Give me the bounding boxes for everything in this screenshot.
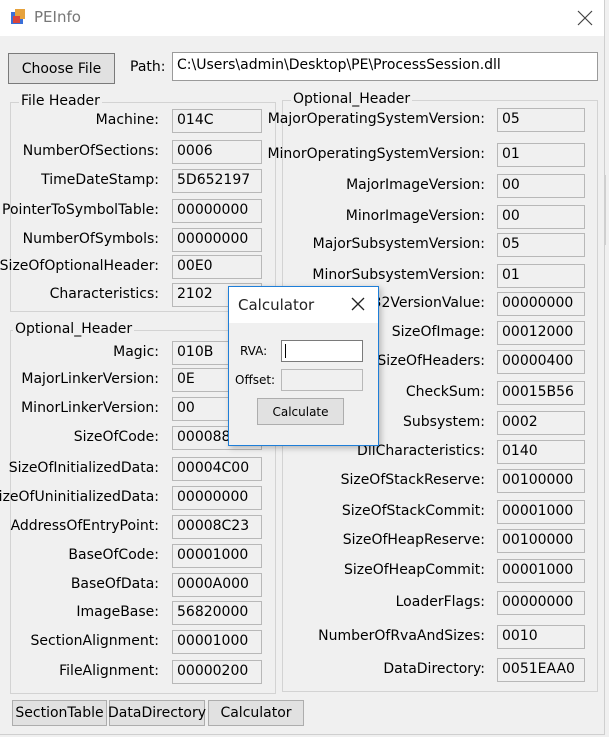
field-value[interactable]: 00015B56 (497, 381, 585, 405)
field-label: Characteristics: (49, 286, 159, 302)
field-value[interactable]: 01 (497, 264, 585, 288)
field-label: MajorLinkerVersion: (21, 371, 159, 387)
field-label: MajorImageVersion: (346, 177, 485, 193)
text-caret (285, 344, 286, 358)
field-value[interactable]: 00001000 (497, 500, 585, 524)
field-value[interactable]: 0140 (497, 440, 585, 464)
field-value[interactable]: 00004C00 (172, 457, 262, 481)
field-label: SizeOfHeapReserve: (342, 532, 485, 548)
field-label: SizeOfHeaders: (377, 353, 485, 369)
optional-header-right-title: Optional_Header (291, 91, 413, 107)
rva-input[interactable] (281, 340, 363, 362)
field-value[interactable]: 05 (497, 233, 585, 257)
calculator-title: Calculator (238, 296, 315, 314)
field-label: Subsystem: (403, 414, 485, 430)
field-label: TimeDateStamp: (41, 172, 159, 188)
file-header-title: File Header (19, 93, 102, 109)
field-label: SizeOfInitializedData: (8, 460, 159, 476)
field-value[interactable]: 0010 (497, 625, 585, 649)
field-label: Magic: (113, 344, 159, 360)
field-label: MajorSubsystemVersion: (312, 236, 485, 252)
field-value[interactable]: 00E0 (172, 255, 262, 279)
calculate-button[interactable]: Calculate (257, 398, 344, 425)
field-value[interactable]: 00000000 (497, 292, 585, 316)
field-label: FileAlignment: (59, 663, 159, 679)
calculator-dialog: Calculator RVA: Offset: Calculate (228, 286, 379, 446)
field-value[interactable]: 0002 (497, 411, 585, 435)
field-label: SizeOfStackCommit: (341, 503, 485, 519)
field-label: NumberOfRvaAndSizes: (318, 628, 485, 644)
calculator-title-bar: Calculator (229, 287, 378, 323)
rva-label: RVA: (240, 344, 268, 358)
field-value[interactable]: 00000000 (172, 199, 262, 223)
field-label: LoaderFlags: (395, 594, 485, 610)
path-field[interactable]: C:\Users\admin\Desktop\PE\ProcessSession… (172, 52, 598, 81)
title-bar: PEInfo (0, 0, 604, 36)
field-label: SectionAlignment: (30, 633, 159, 649)
field-value[interactable]: 00000000 (172, 228, 262, 252)
field-label: SizeOfCode: (73, 429, 159, 445)
calculator-button[interactable]: Calculator (208, 700, 304, 726)
field-value[interactable]: 00000000 (497, 591, 585, 615)
field-value[interactable]: 00100000 (497, 469, 585, 493)
field-label: CheckSum: (405, 384, 485, 400)
field-value[interactable]: 00000200 (172, 660, 262, 684)
field-label: DataDirectory: (383, 661, 485, 677)
field-value[interactable]: 0000A000 (172, 573, 262, 597)
field-value[interactable]: 00 (497, 174, 585, 198)
window-title: PEInfo (34, 8, 81, 26)
field-value[interactable]: 00001000 (172, 544, 262, 568)
section-table-button[interactable]: SectionTable (12, 700, 107, 726)
field-label: MinorOperatingSystemVersion: (267, 146, 485, 162)
field-label: PointerToSymbolTable: (2, 202, 159, 218)
field-value[interactable]: 014C (172, 109, 262, 133)
field-value[interactable]: 0006 (172, 140, 262, 164)
close-icon[interactable] (575, 8, 595, 28)
field-value[interactable]: 5D652197 (172, 169, 262, 193)
field-label: MinorImageVersion: (345, 208, 485, 224)
field-value[interactable]: 00001000 (172, 630, 262, 654)
field-label: BaseOfCode: (68, 547, 159, 563)
field-value[interactable]: 05 (497, 108, 585, 132)
field-value[interactable]: 56820000 (172, 601, 262, 625)
close-icon[interactable] (350, 296, 366, 312)
field-value[interactable]: 00001000 (497, 559, 585, 583)
field-value[interactable]: 00012000 (497, 321, 585, 345)
field-value[interactable]: 00000400 (497, 350, 585, 374)
choose-file-button[interactable]: Choose File (8, 53, 115, 84)
app-icon (11, 9, 25, 24)
field-value[interactable]: 00008C23 (172, 515, 262, 539)
background-window-edge (605, 175, 609, 245)
data-directory-button[interactable]: DataDirectory (108, 700, 206, 726)
field-label: MinorLinkerVersion: (21, 400, 159, 416)
field-value[interactable]: 01 (497, 143, 585, 167)
field-label: SizeOfHeapCommit: (343, 562, 485, 578)
field-label: SizeOfStackReserve: (340, 472, 485, 488)
field-label: ImageBase: (76, 604, 159, 620)
field-label: NumberOfSymbols: (22, 231, 159, 247)
field-label: MinorSubsystemVersion: (312, 267, 485, 283)
optional-header-left-title: Optional_Header (13, 321, 135, 337)
path-label: Path: (130, 59, 166, 75)
field-label: NumberOfSections: (22, 143, 159, 159)
field-label: SizeOfOptionalHeader: (0, 258, 159, 274)
field-label: SizeOfImage: (391, 324, 485, 340)
field-label: Machine: (95, 112, 159, 128)
field-value[interactable]: 0051EAA0 (497, 658, 585, 682)
field-value[interactable]: 00000000 (172, 486, 262, 510)
field-label: BaseOfData: (70, 576, 159, 592)
field-label: AddressOfEntryPoint: (10, 518, 159, 534)
offset-label: Offset: (235, 373, 276, 387)
field-value[interactable]: 00 (497, 205, 585, 229)
field-value[interactable]: 00100000 (497, 529, 585, 553)
field-label: MajorOperatingSystemVersion: (267, 111, 485, 127)
field-label: SizeOfUninitializedData: (0, 489, 159, 505)
offset-field (281, 369, 363, 391)
